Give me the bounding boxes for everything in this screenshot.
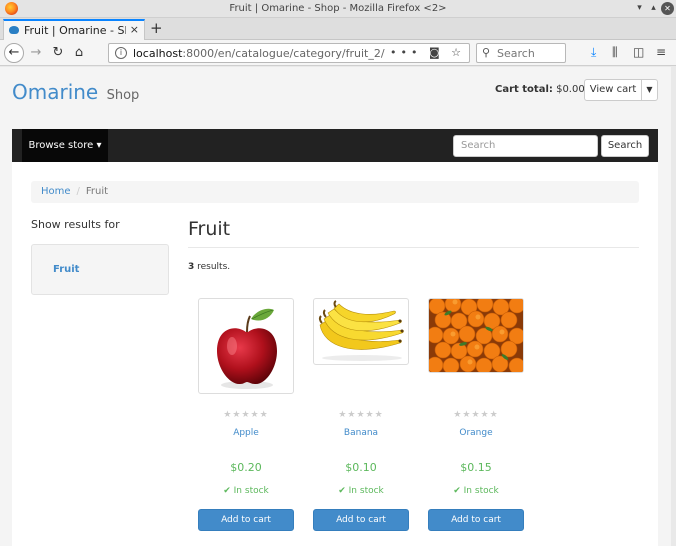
product-image-orange[interactable] <box>428 298 524 373</box>
check-icon: ✔ <box>223 486 231 496</box>
browse-store-label: Browse store <box>28 140 94 151</box>
tab-close-icon[interactable]: × <box>130 23 139 36</box>
cart-dropdown-toggle[interactable]: ▼ <box>641 79 658 101</box>
cart-total: Cart total: $0.00 <box>495 84 585 95</box>
rating-stars: ★★★★★ <box>338 410 384 420</box>
tab-title: Fruit | Omarine - Shop <box>24 24 126 37</box>
content-area: Home / Fruit Show results for Fruit Fruit … <box>12 162 658 546</box>
home-button[interactable]: ⌂ <box>69 43 89 63</box>
add-to-cart-button-banana[interactable]: Add to cart <box>313 509 409 531</box>
url-text: localhost:8000/en/catalogue/category/fru… <box>133 47 385 60</box>
back-button[interactable]: ← <box>4 43 24 63</box>
sidebar-icon[interactable]: ◫ <box>633 45 644 59</box>
stock-status-banana: ✔ In stock <box>313 486 409 496</box>
product-name-banana[interactable]: Banana <box>313 428 409 438</box>
tab-fruit[interactable]: Fruit | Omarine - Shop × <box>3 19 145 40</box>
breadcrumb-home[interactable]: Home <box>41 186 71 197</box>
navigation-bar: ← → ↻ ⌂ i localhost:8000/en/catalogue/ca… <box>0 40 676 66</box>
rating-stars: ★★★★★ <box>453 410 499 420</box>
tab-strip: Fruit | Omarine - Shop × + <box>0 18 676 40</box>
add-to-cart-button-orange[interactable]: Add to cart <box>428 509 524 531</box>
rating-stars: ★★★★★ <box>223 410 269 420</box>
site-search-input[interactable]: Search <box>453 135 598 157</box>
window-title: Fruit | Omarine - Shop - Mozilla Firefox… <box>229 3 447 14</box>
stock-text-orange: In stock <box>463 486 499 496</box>
breadcrumb: Home / Fruit <box>31 181 639 203</box>
brand-name: Omarine <box>12 80 99 104</box>
site-search-button[interactable]: Search <box>601 135 649 157</box>
sidebar-category-box: Fruit <box>31 244 169 295</box>
new-tab-button[interactable]: + <box>150 19 163 37</box>
breadcrumb-separator: / <box>76 186 80 197</box>
search-icon: ⚲ <box>482 46 491 59</box>
sidebar-title: Show results for <box>31 218 120 231</box>
download-icon[interactable]: ⤓ <box>591 45 596 60</box>
stock-status-orange: ✔ In stock <box>428 486 524 496</box>
menu-icon[interactable]: ≡ <box>656 45 666 59</box>
product-image-banana[interactable] <box>313 298 409 365</box>
page-title: Fruit <box>188 218 231 240</box>
product-name-orange[interactable]: Orange <box>428 428 524 438</box>
browser-search-input[interactable]: ⚲ Search <box>476 43 566 63</box>
maximize-icon[interactable]: ▴ <box>647 2 660 15</box>
page-actions-icon[interactable]: ••• ◙ ☆ <box>390 46 465 59</box>
forward-button[interactable]: → <box>26 43 46 63</box>
check-icon: ✔ <box>453 486 461 496</box>
stock-text-apple: In stock <box>233 486 269 496</box>
close-window-icon[interactable]: ✕ <box>661 2 674 15</box>
product-name-apple[interactable]: Apple <box>198 428 294 438</box>
product-price-apple: $0.20 <box>230 461 262 474</box>
product-price-banana: $0.10 <box>345 461 377 474</box>
url-bar[interactable]: i localhost:8000/en/catalogue/category/f… <box>108 43 470 63</box>
library-icon[interactable]: ⫼ <box>612 45 618 60</box>
reload-button[interactable]: ↻ <box>48 43 68 63</box>
result-count-text: results. <box>194 262 231 272</box>
apple-image-icon <box>217 308 277 389</box>
cart-total-label: Cart total: <box>495 84 553 95</box>
info-icon[interactable]: i <box>115 47 127 59</box>
breadcrumb-current: Fruit <box>85 186 109 197</box>
url-host: localhost <box>133 47 183 60</box>
banana-image-icon <box>318 300 404 361</box>
favicon-icon <box>9 26 19 34</box>
browser-search-placeholder: Search <box>497 47 535 60</box>
cart-total-value: $0.00 <box>556 84 585 95</box>
window-titlebar: Fruit | Omarine - Shop - Mozilla Firefox… <box>0 0 676 18</box>
sidebar-category-fruit[interactable]: Fruit <box>53 264 79 275</box>
browse-store-dropdown[interactable]: Browse store ▾ <box>22 129 108 162</box>
page-scrollbar[interactable] <box>671 67 676 546</box>
site-brand[interactable]: Omarine Shop <box>12 80 139 104</box>
check-icon: ✔ <box>338 486 346 496</box>
minimize-icon[interactable]: ▾ <box>633 2 646 15</box>
site-navbar: Browse store ▾ Search Search <box>12 129 658 162</box>
result-count: 3 results. <box>188 262 230 272</box>
brand-subtitle: Shop <box>106 88 140 103</box>
product-image-apple[interactable] <box>198 298 294 394</box>
view-cart-button[interactable]: View cart <box>584 79 642 101</box>
add-to-cart-button-apple[interactable]: Add to cart <box>198 509 294 531</box>
title-divider <box>188 247 639 248</box>
web-page: Omarine Shop Cart total: $0.00 View cart… <box>0 67 676 546</box>
orange-image-icon <box>429 299 523 372</box>
url-path: :8000/en/catalogue/category/fruit_2/ <box>182 47 385 60</box>
stock-text-banana: In stock <box>348 486 384 496</box>
product-price-orange: $0.15 <box>460 461 492 474</box>
stock-status-apple: ✔ In stock <box>198 486 294 496</box>
